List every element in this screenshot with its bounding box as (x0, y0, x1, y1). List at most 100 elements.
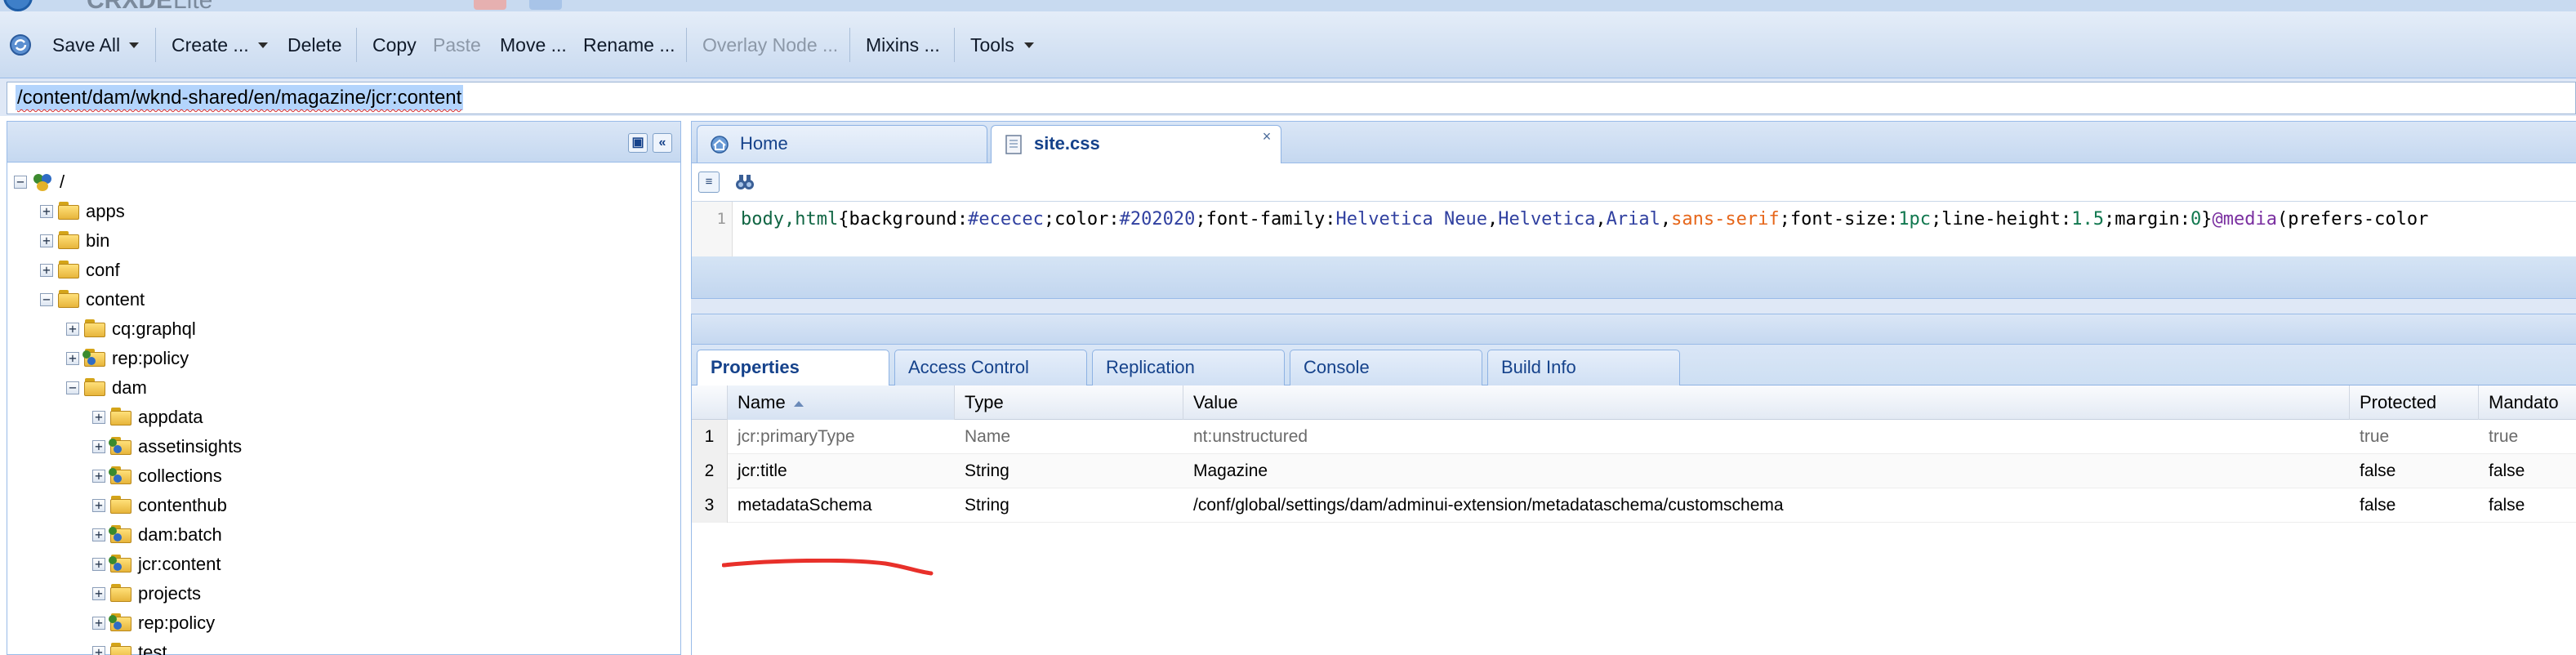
folder-policy-icon (82, 349, 105, 367)
tree-node[interactable]: + cq:graphql (7, 314, 677, 344)
header-tool-icon[interactable] (474, 0, 506, 10)
expand-node-icon[interactable]: + (66, 323, 79, 336)
folder-icon (84, 378, 105, 396)
find-node-icon[interactable]: ▣ (628, 133, 648, 153)
tree-node[interactable]: − dam (7, 373, 677, 403)
home-icon (711, 136, 729, 154)
column-header-mandatory[interactable]: Mandato (2479, 385, 2576, 420)
editor-toolbar: ≡ (691, 163, 2576, 201)
expand-node-icon[interactable]: + (40, 205, 53, 218)
code-token: #ececec (968, 209, 1044, 229)
tree-node[interactable]: + contenthub (7, 491, 677, 520)
column-header-protected[interactable]: Protected (2350, 385, 2479, 420)
tree-node[interactable]: + collections (7, 461, 677, 491)
tab-build-info[interactable]: Build Info (1487, 350, 1680, 385)
property-mandatory: true (2489, 427, 2519, 446)
folder-policy-icon (109, 466, 131, 484)
tab-properties[interactable]: Properties (697, 350, 889, 387)
tree-node[interactable]: + projects (7, 579, 677, 608)
tools-dropdown-icon[interactable] (1024, 42, 1034, 48)
expand-node-icon[interactable]: + (40, 264, 53, 277)
tree-node[interactable]: − / (7, 167, 677, 197)
column-header-type[interactable]: Type (955, 385, 1183, 420)
tree-node[interactable]: + assetinsights (7, 432, 677, 461)
tree-node-label: apps (86, 201, 125, 221)
repository-tree[interactable]: − / + apps + bin + conf − content + cq:graphql + rep:… (7, 164, 680, 655)
move-button[interactable]: Move ... (500, 33, 567, 57)
expand-node-icon[interactable]: + (40, 234, 53, 247)
tab-access-control[interactable]: Access Control (894, 350, 1087, 385)
code-line: body,html{background:#ececec;color:#2020… (741, 208, 2428, 231)
property-type: String (965, 496, 1009, 515)
collapse-node-icon[interactable]: − (14, 176, 27, 189)
mixins-button[interactable]: Mixins ... (866, 33, 940, 57)
create-dropdown-icon[interactable] (258, 42, 268, 48)
code-editor[interactable]: 1 body,html{background:#ececec;color:#20… (691, 201, 2576, 257)
code-token: (prefers-color (2276, 209, 2429, 229)
folder-policy-icon (109, 555, 131, 573)
collapse-panel-icon[interactable]: « (653, 133, 672, 153)
expand-node-icon[interactable]: + (92, 440, 105, 453)
expand-node-icon[interactable]: + (92, 587, 105, 600)
expand-node-icon[interactable]: + (66, 352, 79, 365)
panel-splitter[interactable] (691, 299, 2576, 314)
collapse-node-icon[interactable]: − (40, 293, 53, 306)
code-token: ;line-height: (1931, 209, 2072, 229)
tree-node[interactable]: + rep:policy (7, 608, 677, 638)
repository-tree-panel: ▣ « − / + apps + bin + conf − content + cq:graphql +… (7, 121, 681, 655)
tree-node-label: conf (86, 260, 120, 280)
expand-node-icon[interactable]: + (92, 470, 105, 483)
tree-node[interactable]: − content (7, 285, 677, 314)
code-token: ;color: (1043, 209, 1120, 229)
path-input[interactable]: /content/dam/wknd-shared/en/magazine/jcr… (7, 82, 2576, 114)
expand-node-icon[interactable]: + (92, 411, 105, 424)
code-token: 1.5 (2071, 209, 2104, 229)
tab-console[interactable]: Console (1290, 350, 1482, 385)
tree-node[interactable]: + test (7, 638, 677, 655)
expand-node-icon[interactable]: + (92, 499, 105, 512)
property-protected: false (2360, 461, 2396, 480)
tree-node-label: content (86, 289, 145, 310)
tab-site-css[interactable]: site.css × (991, 125, 1281, 164)
save-all-button[interactable]: Save All (52, 33, 120, 57)
header-tool-icon[interactable] (529, 0, 562, 10)
toolbar-separator (686, 28, 687, 62)
table-row[interactable]: 1 jcr:primaryType Name nt:unstructured t… (692, 420, 2576, 454)
table-row[interactable]: 3 metadataSchema String /conf/global/set… (692, 488, 2576, 523)
tree-panel-header: ▣ « (7, 122, 680, 163)
expand-node-icon[interactable]: + (92, 617, 105, 630)
collapse-node-icon[interactable]: − (66, 381, 79, 394)
close-tab-icon[interactable]: × (1261, 129, 1272, 144)
tree-node[interactable]: + apps (7, 197, 677, 226)
create-button[interactable]: Create ... (172, 33, 249, 57)
rename-button[interactable]: Rename ... (583, 33, 675, 57)
tree-node[interactable]: + appdata (7, 403, 677, 432)
paste-button[interactable]: Paste (433, 33, 481, 57)
editor-footer (691, 256, 2576, 299)
column-header-name[interactable]: Name (728, 385, 955, 420)
column-header-value[interactable]: Value (1183, 385, 2350, 420)
overlay-node-button[interactable]: Overlay Node ... (702, 33, 838, 57)
tree-node[interactable]: + dam:batch (7, 520, 677, 550)
expand-node-icon[interactable]: + (92, 528, 105, 541)
tree-node[interactable]: + rep:policy (7, 344, 677, 373)
tree-node[interactable]: + conf (7, 256, 677, 285)
refresh-icon[interactable] (8, 33, 33, 57)
search-binoculars-icon[interactable] (734, 172, 755, 193)
tree-node[interactable]: + jcr:content (7, 550, 677, 579)
table-row[interactable]: 2 jcr:title String Magazine false false (692, 454, 2576, 488)
tree-node[interactable]: + bin (7, 226, 677, 256)
format-icon[interactable]: ≡ (698, 172, 720, 193)
expand-node-icon[interactable]: + (92, 558, 105, 571)
folder-icon (110, 643, 131, 655)
tab-home[interactable]: Home (697, 125, 987, 163)
save-all-dropdown-icon[interactable] (129, 42, 139, 48)
tab-replication[interactable]: Replication (1092, 350, 1285, 385)
tools-button[interactable]: Tools (970, 33, 1014, 57)
editor-area: Home site.css × ≡ 1 body,html{background… (691, 121, 2576, 655)
copy-button[interactable]: Copy (372, 33, 417, 57)
expand-node-icon[interactable]: + (92, 646, 105, 655)
property-value: nt:unstructured (1193, 427, 1308, 446)
code-token: sans-serif (1671, 209, 1780, 229)
delete-button[interactable]: Delete (287, 33, 341, 57)
